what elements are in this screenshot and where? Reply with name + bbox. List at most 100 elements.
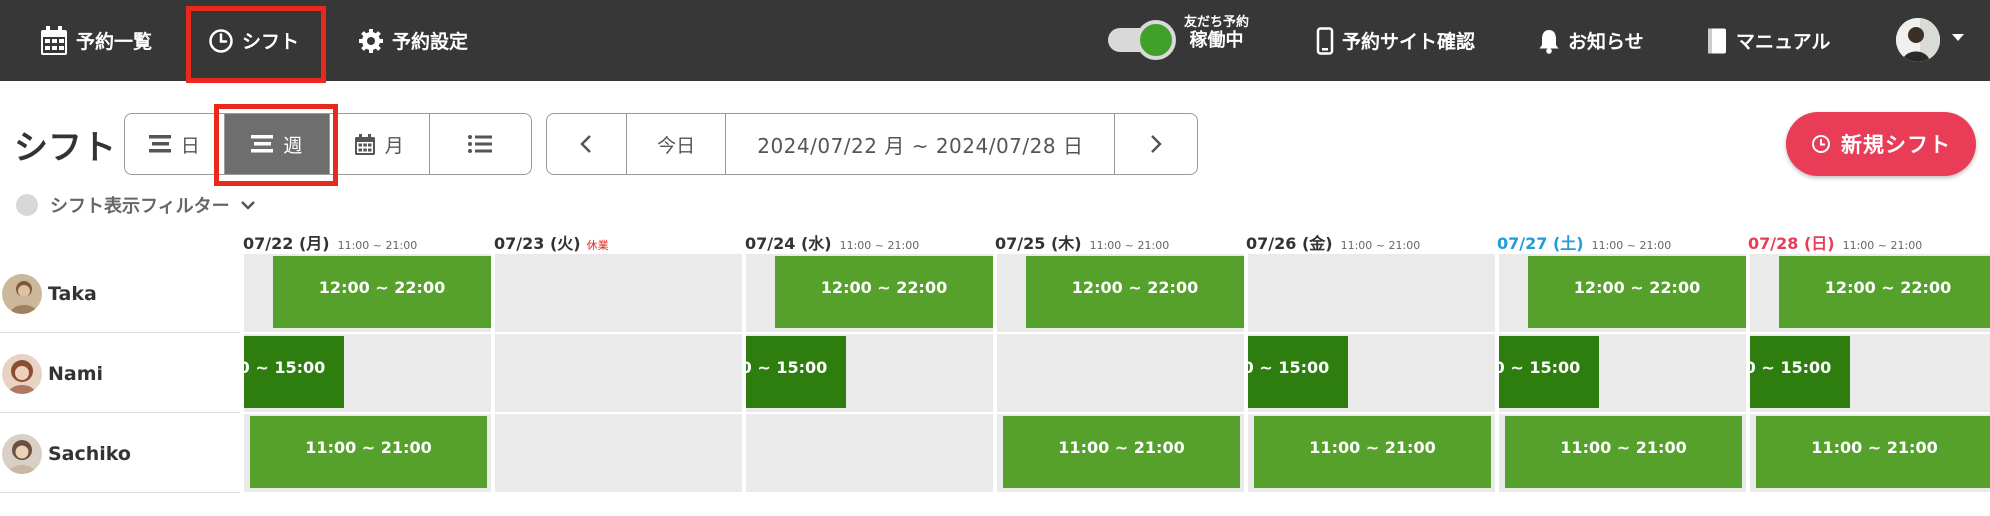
shift-cell[interactable]: 12:00 ~ 22:00 [746, 254, 993, 332]
shift-block[interactable]: 0:00 ~ 15:00 [244, 336, 344, 408]
view-day-label: 日 [180, 134, 200, 157]
shift-cell[interactable] [495, 334, 742, 412]
shift-cell[interactable] [495, 414, 742, 492]
staff-label: Nami [0, 334, 240, 413]
day-closed-badge: 休業 [586, 239, 609, 252]
day-header-thu: 07/25 (木) 11:00 ~ 21:00 [995, 230, 1169, 253]
day-hours: 11:00 ~ 21:00 [1591, 239, 1672, 252]
day-date: 07/23 (火) [494, 234, 581, 253]
shift-cell[interactable]: 11:00 ~ 21:00 [997, 414, 1244, 492]
day-header-fri: 07/26 (金) 11:00 ~ 21:00 [1246, 230, 1420, 253]
day-header-tue: 07/23 (火) 休業 [494, 230, 609, 253]
date-range-label: 2024/07/22 月 ~ 2024/07/28 日 [757, 133, 1084, 158]
nav-site-check[interactable]: 予約サイト確認 [1316, 0, 1475, 81]
page-title: シフト [14, 128, 116, 168]
shift-grid: Taka 12:00 ~ 22:00 12:00 ~ 22:00 12:00 ~… [0, 254, 1990, 494]
nav-reservations-label: 予約一覧 [76, 31, 153, 53]
view-day-button[interactable]: 日 [125, 114, 225, 174]
clock-icon [1812, 135, 1830, 153]
day-date: 07/28 (日) [1748, 234, 1835, 253]
shift-cell[interactable]: 12:00 ~ 22:00 [997, 254, 1244, 332]
view-list-button[interactable] [430, 114, 531, 174]
day-header-mon: 07/22 (月) 11:00 ~ 21:00 [243, 230, 417, 253]
shift-block[interactable]: 12:00 ~ 22:00 [1026, 256, 1244, 328]
chevron-right-icon [1151, 135, 1162, 153]
shift-time: 12:00 ~ 22:00 [318, 278, 446, 297]
shift-cell[interactable] [1248, 254, 1495, 332]
shift-block[interactable]: 12:00 ~ 22:00 [1779, 256, 1990, 328]
shift-time: 11:00 ~ 21:00 [1811, 438, 1938, 457]
shift-block[interactable]: 0:00 ~ 15:00 [1248, 336, 1348, 408]
date-range-picker[interactable]: 2024/07/22 月 ~ 2024/07/28 日 [726, 114, 1116, 174]
user-avatar[interactable] [1896, 18, 1940, 62]
highlight-nav-shift [186, 6, 326, 83]
shift-cell[interactable]: 11:00 ~ 21:00 [1248, 414, 1495, 492]
nav-reservations[interactable]: 予約一覧 [40, 0, 152, 81]
smartphone-icon [1316, 26, 1334, 55]
previous-week-button[interactable] [547, 114, 627, 174]
new-shift-label: 新規シフト [1841, 133, 1951, 157]
day-date: 07/24 (水) [745, 234, 832, 253]
staff-row-nami: Nami 0:00 ~ 15:00 0:00 ~ 15:00 0:00 ~ 15… [0, 334, 1990, 413]
shift-block[interactable]: 12:00 ~ 22:00 [273, 256, 491, 328]
shift-block[interactable]: 0:00 ~ 15:00 [1499, 336, 1599, 408]
shift-cell[interactable]: 12:00 ~ 22:00 [244, 254, 491, 332]
shift-block[interactable]: 12:00 ~ 22:00 [775, 256, 993, 328]
shift-block[interactable]: 11:00 ~ 21:00 [1003, 416, 1240, 488]
shift-cell[interactable]: 0:00 ~ 15:00 [1499, 334, 1746, 412]
nav-notifications-label: お知らせ [1568, 31, 1644, 53]
staff-label: Sachiko [0, 414, 240, 493]
shift-cell[interactable]: 0:00 ~ 15:00 [1248, 334, 1495, 412]
shift-block[interactable]: 0:00 ~ 15:00 [1750, 336, 1850, 408]
chevron-left-icon [580, 135, 592, 153]
nav-notifications[interactable]: お知らせ [1538, 0, 1644, 81]
staff-row-sachiko: Sachiko 11:00 ~ 21:00 11:00 ~ 21:00 11:0… [0, 414, 1990, 493]
shift-block[interactable]: 12:00 ~ 22:00 [1528, 256, 1746, 328]
shift-block[interactable]: 11:00 ~ 21:00 [1756, 416, 1990, 488]
staff-label: Taka [0, 254, 240, 333]
shift-time: 12:00 ~ 22:00 [1824, 278, 1952, 297]
shift-cell[interactable] [495, 254, 742, 332]
nav-manual[interactable]: マニュアル [1706, 0, 1830, 81]
shift-cell[interactable]: 11:00 ~ 21:00 [1499, 414, 1746, 492]
day-header-sat: 07/27 (土) 11:00 ~ 21:00 [1497, 230, 1672, 253]
shift-cell[interactable]: 0:00 ~ 15:00 [1750, 334, 1990, 412]
shift-cell[interactable]: 11:00 ~ 21:00 [244, 414, 491, 492]
new-shift-button[interactable]: 新規シフト [1786, 112, 1976, 176]
shift-block[interactable]: 11:00 ~ 21:00 [1254, 416, 1491, 488]
avatar [2, 433, 42, 474]
day-header-sun: 07/28 (日) 11:00 ~ 21:00 [1748, 230, 1922, 253]
shift-time: 11:00 ~ 21:00 [1058, 438, 1185, 457]
today-button[interactable]: 今日 [627, 114, 727, 174]
shift-block[interactable]: 0:00 ~ 15:00 [746, 336, 846, 408]
day-date: 07/26 (金) [1246, 234, 1333, 253]
shift-cell[interactable]: 12:00 ~ 22:00 [1499, 254, 1746, 332]
friend-booking-toggle[interactable] [1108, 20, 1176, 60]
avatar [2, 273, 42, 314]
view-month-button[interactable]: 月 [330, 114, 430, 174]
highlight-view-week [214, 104, 338, 186]
shift-cell[interactable]: 11:00 ~ 21:00 [1750, 414, 1990, 492]
shift-display-filter[interactable]: シフト表示フィルター [16, 192, 256, 218]
shift-block[interactable]: 11:00 ~ 21:00 [250, 416, 487, 488]
nav-reservation-settings[interactable]: 予約設定 [358, 0, 468, 81]
shift-cell[interactable]: 0:00 ~ 15:00 [746, 334, 993, 412]
nav-site-check-label: 予約サイト確認 [1342, 31, 1476, 53]
shift-time: 11:00 ~ 21:00 [305, 438, 432, 457]
day-date: 07/27 (土) [1497, 234, 1584, 253]
shift-time: 0:00 ~ 15:00 [1750, 358, 1832, 377]
row-divider [0, 492, 240, 493]
shift-time: 0:00 ~ 15:00 [1248, 358, 1330, 377]
next-week-button[interactable] [1115, 114, 1197, 174]
staff-name: Nami [48, 362, 104, 385]
shift-cell[interactable]: 12:00 ~ 22:00 [1750, 254, 1990, 332]
row-divider [0, 412, 240, 413]
shift-block[interactable]: 11:00 ~ 21:00 [1505, 416, 1742, 488]
day-date: 07/22 (月) [243, 234, 330, 253]
staff-name: Taka [48, 282, 97, 305]
account-menu-caret-icon[interactable] [1952, 34, 1964, 41]
shift-cell[interactable] [746, 414, 993, 492]
shift-time: 11:00 ~ 21:00 [1560, 438, 1687, 457]
shift-cell[interactable] [997, 334, 1244, 412]
shift-cell[interactable]: 0:00 ~ 15:00 [244, 334, 491, 412]
